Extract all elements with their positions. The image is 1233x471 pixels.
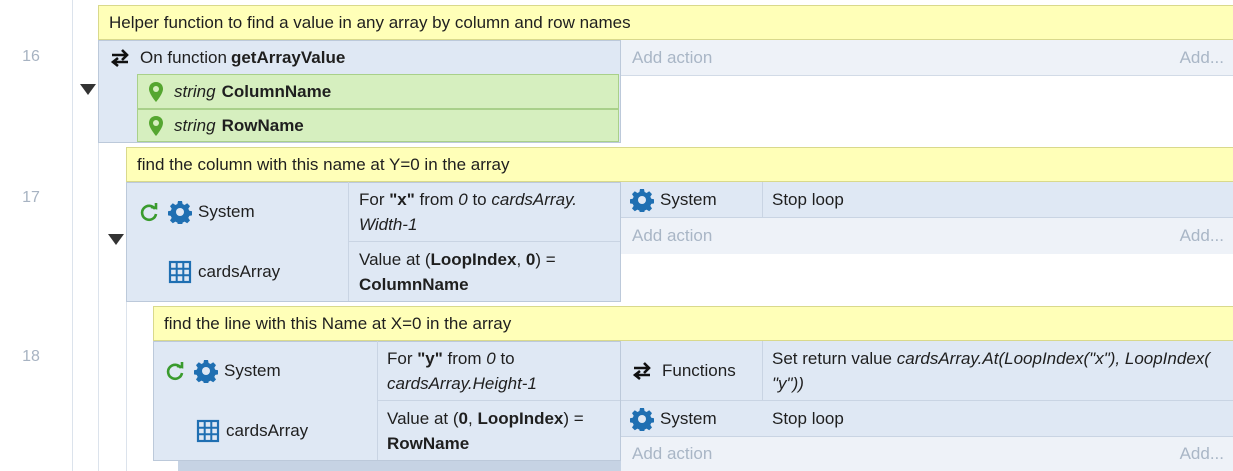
- system-for-condition[interactable]: System: [130, 182, 348, 242]
- action-object-name: System: [660, 409, 717, 428]
- collapse-toggle-icon[interactable]: [108, 234, 124, 245]
- condition-object-name: System: [198, 202, 255, 221]
- block-shadow: [178, 460, 621, 471]
- action-object-name: System: [660, 190, 717, 209]
- gear-icon: [194, 360, 218, 383]
- event-comment[interactable]: Helper function to find a value in any a…: [98, 5, 1233, 40]
- add-more-link[interactable]: Add...: [1100, 219, 1224, 253]
- indent-guide: [126, 302, 127, 471]
- action-text: Stop loop: [772, 190, 844, 209]
- loop-icon: [140, 203, 158, 222]
- gear-icon: [168, 201, 192, 224]
- gear-icon: [630, 189, 654, 212]
- param-name: RowName: [221, 115, 304, 135]
- condition-object-name: cardsArray: [226, 421, 309, 440]
- function-name: getArrayValue: [230, 48, 346, 67]
- loop-icon: [166, 362, 184, 381]
- action-object[interactable]: System: [622, 401, 762, 437]
- condition-text: Value at (LoopIndex, 0) = ColumnName: [359, 250, 556, 294]
- event-comment[interactable]: find the line with this Name at X=0 in t…: [153, 306, 1233, 341]
- condition-text: For "y" from 0 to cardsArray.Height-1: [387, 349, 537, 393]
- array-condition[interactable]: cardsArray: [160, 242, 348, 302]
- function-parameter[interactable]: string RowName: [137, 109, 619, 142]
- add-more-link[interactable]: Add...: [1100, 41, 1224, 75]
- add-action-link[interactable]: Add action: [632, 437, 712, 471]
- array-condition[interactable]: cardsArray: [188, 401, 377, 461]
- function-arrows-icon: [110, 49, 129, 68]
- line-number: 16: [22, 48, 40, 65]
- condition-object-name: cardsArray: [198, 262, 281, 281]
- on-function-label: On function: [140, 48, 227, 67]
- gutter-divider: [72, 0, 73, 471]
- event-comment[interactable]: find the column with this name at Y=0 in…: [126, 147, 1233, 182]
- action-text: Set return value cardsArray.At(LoopIndex…: [772, 349, 1210, 393]
- action-text: Stop loop: [772, 409, 844, 428]
- add-action-link[interactable]: Add action: [632, 41, 712, 75]
- line-number: 17: [22, 189, 40, 206]
- add-more-link[interactable]: Add...: [1100, 437, 1224, 471]
- condition-text: Value at (0, LoopIndex) = RowName: [387, 409, 584, 453]
- collapse-toggle-icon[interactable]: [80, 84, 96, 95]
- column-divider: [762, 182, 763, 218]
- action-object[interactable]: Functions: [622, 341, 762, 401]
- map-pin-icon: [149, 81, 163, 102]
- row-divider: [348, 241, 620, 242]
- array-grid-icon: [196, 419, 220, 443]
- system-for-condition[interactable]: System: [156, 341, 377, 401]
- function-parameter[interactable]: string ColumnName: [137, 74, 619, 109]
- action-object[interactable]: System: [622, 182, 762, 218]
- row-divider: [377, 400, 620, 401]
- param-type: string: [174, 115, 216, 135]
- gear-icon: [630, 408, 654, 431]
- indent-guide: [98, 143, 99, 471]
- action-object-name: Functions: [662, 361, 736, 380]
- function-arrows-icon: [632, 362, 651, 381]
- array-grid-icon: [168, 260, 192, 284]
- param-type: string: [174, 81, 216, 101]
- add-action-link[interactable]: Add action: [632, 219, 712, 253]
- param-name: ColumnName: [221, 81, 332, 101]
- condition-object-name: System: [224, 361, 281, 380]
- condition-text: For "x" from 0 to cardsArray. Width-1: [359, 190, 578, 234]
- map-pin-icon: [149, 115, 163, 136]
- on-function-condition[interactable]: On function getArrayValue: [100, 42, 618, 74]
- line-number: 18: [22, 348, 40, 365]
